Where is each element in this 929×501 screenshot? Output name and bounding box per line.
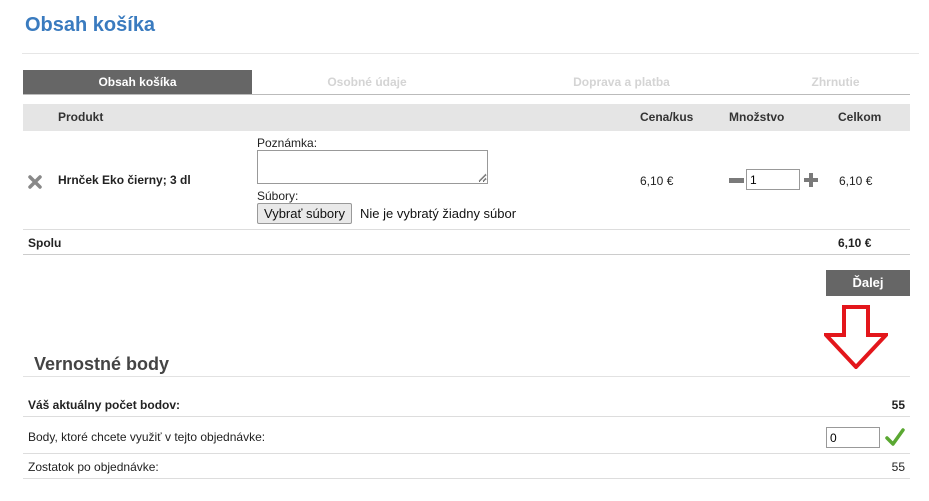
divider [22,53,919,54]
divider [23,453,910,454]
minus-icon[interactable] [729,178,744,183]
use-points-input[interactable] [826,427,880,448]
note-textarea[interactable] [257,150,488,184]
divider [23,376,910,377]
header-total: Celkom [838,110,882,124]
remove-x-icon[interactable] [27,174,43,190]
choose-files-button[interactable]: Vybrať súbory [257,203,352,224]
divider [23,478,910,479]
current-points-label: Váš aktuálny počet bodov: [28,398,181,412]
divider [23,254,910,255]
note-label: Poznámka: [257,136,318,150]
header-unit-price: Cena/kus [640,110,694,124]
product-name: Hrnček Eko čierny; 3 dl [58,173,191,187]
files-label: Súbory: [257,189,299,203]
page-title: Obsah košíka [25,14,156,36]
checkout-steps: Obsah košíka Osobné údaje Doprava a plat… [23,70,910,95]
divider [23,229,910,230]
current-points-value: 55 [891,398,905,412]
step-summary[interactable]: Zhrnutie [761,70,910,94]
header-product: Produkt [58,110,104,124]
divider [23,416,910,417]
red-down-arrow-icon [824,305,888,369]
row-total: 6,10 € [839,174,873,188]
summary-value: 6,10 € [838,236,872,250]
unit-price: 6,10 € [640,174,674,188]
checkmark-icon[interactable] [885,427,905,447]
step-shipping-payment[interactable]: Doprava a platba [482,70,761,94]
quantity-input[interactable] [746,169,800,190]
resize-handle-icon[interactable] [478,173,487,182]
loyalty-title: Vernostné body [34,354,170,374]
header-quantity: Množstvo [729,110,785,124]
remaining-points-label: Zostatok po objednávke: [28,460,159,474]
step-personal-info[interactable]: Osobné údaje [252,70,482,94]
summary-label: Spolu [28,236,62,250]
plus-icon[interactable] [803,172,819,188]
use-points-label: Body, ktoré chcete využiť v tejto objedn… [28,430,266,444]
remaining-points-value: 55 [891,460,905,474]
next-button[interactable]: Ďalej [826,270,910,296]
file-status: Nie je vybratý žiadny súbor [360,206,517,221]
step-cart[interactable]: Obsah košíka [23,70,252,94]
table-header: Produkt Cena/kus Množstvo Celkom [23,104,910,131]
